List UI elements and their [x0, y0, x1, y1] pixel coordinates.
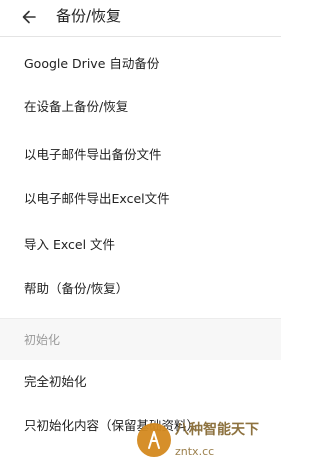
menu-item-google-drive-backup[interactable]: Google Drive 自动备份: [0, 39, 281, 85]
watermark-url: zntx.cc: [175, 445, 215, 458]
menu-item-email-export-excel[interactable]: 以电子邮件导出Excel文件: [0, 174, 281, 220]
back-button[interactable]: [18, 6, 40, 28]
arrow-left-icon: [22, 10, 36, 24]
menu-item-email-export-backup[interactable]: 以电子邮件导出备份文件: [0, 130, 281, 176]
menu-item-full-initialize[interactable]: 完全初始化: [0, 357, 281, 403]
watermark-text: 八种智能天下: [175, 422, 259, 438]
menu-item-import-excel[interactable]: 导入 Excel 文件: [0, 220, 281, 266]
menu-item-help-backup-restore[interactable]: 帮助（备份/恢复）: [0, 264, 281, 310]
section-label: 初始化: [24, 333, 61, 347]
menu-item-label: 导入 Excel 文件: [24, 236, 116, 252]
menu-item-device-backup-restore[interactable]: 在设备上备份/恢复: [0, 82, 281, 128]
page-title: 备份/恢复: [56, 7, 122, 25]
menu-item-label: 以电子邮件导出备份文件: [24, 146, 162, 162]
watermark-logo-icon: [137, 423, 171, 457]
menu-item-label: 以电子邮件导出Excel文件: [24, 190, 170, 206]
menu-item-label: 在设备上备份/恢复: [24, 98, 129, 114]
menu-item-label: Google Drive 自动备份: [24, 55, 160, 71]
section-header-initialize: 初始化: [0, 318, 281, 360]
watermark: 八种智能天下 zntx.cc: [135, 415, 281, 473]
menu-item-label: 帮助（备份/恢复）: [24, 280, 129, 296]
menu-item-label: 完全初始化: [24, 373, 87, 389]
app-bar: 备份/恢复: [0, 0, 281, 37]
